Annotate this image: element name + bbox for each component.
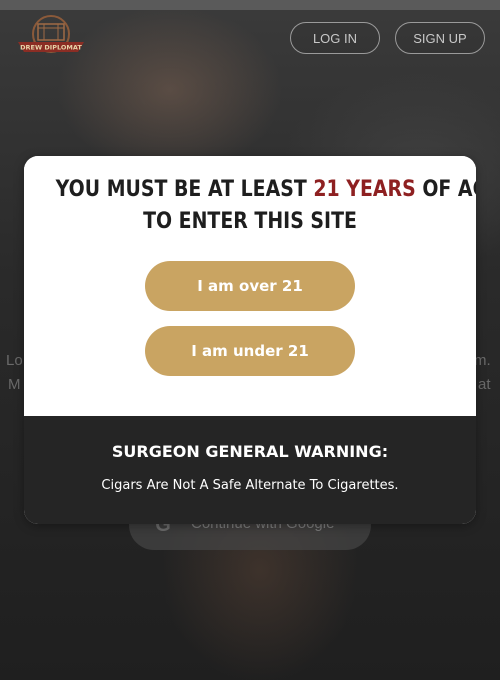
- heading-text: OF AGE: [422, 177, 476, 202]
- background-text: M: [8, 376, 21, 393]
- warning-text: Cigars Are Not A Safe Alternate To Cigar…: [101, 478, 399, 493]
- background-text: at: [478, 376, 491, 393]
- surgeon-warning-panel: SURGEON GENERAL WARNING: Cigars Are Not …: [24, 416, 476, 524]
- age-highlight: 21 YEARS: [313, 177, 416, 202]
- under-21-button[interactable]: I am under 21: [145, 326, 355, 376]
- top-bar: [0, 0, 500, 10]
- over-21-button[interactable]: I am over 21: [145, 261, 355, 311]
- age-heading: YOU MUST BE AT LEAST 21 YEARS OF AGE TO …: [24, 174, 476, 238]
- logo-emblem: DREW DIPLOMAT: [18, 15, 84, 53]
- signup-button[interactable]: SIGN UP: [395, 22, 485, 54]
- background-text: Lo: [6, 352, 23, 369]
- logo-text: DREW DIPLOMAT: [20, 44, 82, 52]
- heading-text: YOU MUST BE AT LEAST: [55, 177, 314, 202]
- background-text: m.: [474, 352, 491, 369]
- age-heading-line2: TO ENTER THIS SITE: [143, 209, 357, 234]
- age-heading-line1: YOU MUST BE AT LEAST 21 YEARS OF AGE: [55, 174, 476, 206]
- warning-title: SURGEON GENERAL WARNING:: [111, 442, 389, 461]
- modal-body: YOU MUST BE AT LEAST 21 YEARS OF AGE TO …: [24, 156, 476, 416]
- site-logo[interactable]: DREW DIPLOMAT: [14, 12, 88, 64]
- login-button[interactable]: LOG IN: [290, 22, 380, 54]
- age-verification-modal: YOU MUST BE AT LEAST 21 YEARS OF AGE TO …: [24, 156, 476, 524]
